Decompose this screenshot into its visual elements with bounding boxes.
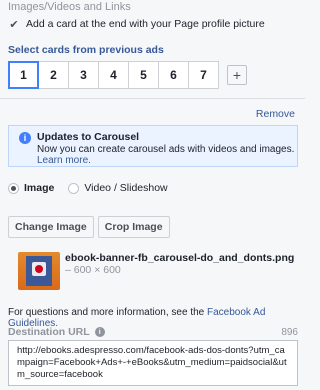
info-body: Now you can create carousel ads with vid… <box>37 144 297 166</box>
card-tab-7[interactable]: 7 <box>188 61 219 89</box>
destination-url-header: Destination URL i 896 <box>8 326 298 338</box>
change-image-button[interactable]: Change Image <box>8 216 94 238</box>
image-radio[interactable] <box>8 182 19 194</box>
media-type-selector: Image Video / Slideshow <box>8 182 182 194</box>
card-tab-6[interactable]: 6 <box>158 61 189 89</box>
card-tab-5[interactable]: 5 <box>128 61 159 89</box>
add-card-button[interactable]: + <box>227 65 247 85</box>
destination-url-label: Destination URL <box>8 326 90 338</box>
select-cards-title: Select cards from previous ads <box>8 44 164 56</box>
card-tab-1[interactable]: 1 <box>8 61 39 89</box>
video-radio[interactable] <box>68 182 80 194</box>
profile-card-option[interactable]: ✔ Add a card at the end with your Page p… <box>8 18 265 31</box>
character-count: 896 <box>281 326 298 338</box>
file-name: ebook-banner-fb_carousel-do_and_donts.pn… <box>65 252 295 264</box>
info-icon[interactable]: i <box>94 327 105 337</box>
ebook-cover-icon <box>26 256 52 286</box>
profile-card-label: Add a card at the end with your Page pro… <box>26 18 265 30</box>
info-title: Updates to Carousel <box>37 131 140 143</box>
info-body-text: Now you can create carousel ads with vid… <box>37 144 295 155</box>
checkmark-icon[interactable]: ✔ <box>8 18 20 31</box>
card-tabs: 1 2 3 4 5 6 7 + <box>8 61 247 89</box>
divider <box>0 98 305 99</box>
help-text-body: For questions and more information, see … <box>8 307 207 318</box>
image-thumbnail <box>18 252 60 290</box>
info-icon: i <box>19 132 31 144</box>
section-title: Images/Videos and Links <box>8 1 131 13</box>
learn-more-link[interactable]: Learn more. <box>37 155 91 166</box>
cover-mark <box>35 265 43 273</box>
card-tab-3[interactable]: 3 <box>68 61 99 89</box>
file-size: – 600 × 600 <box>65 264 121 276</box>
image-actions: Change Image Crop Image <box>8 216 174 238</box>
card-tab-4[interactable]: 4 <box>98 61 129 89</box>
card-tab-2[interactable]: 2 <box>38 61 69 89</box>
image-radio-label[interactable]: Image <box>24 182 54 194</box>
file-info: ebook-banner-fb_carousel-do_and_donts.pn… <box>65 252 295 276</box>
crop-image-button[interactable]: Crop Image <box>97 216 170 238</box>
carousel-info-box: i Updates to Carousel Now you can create… <box>8 125 298 167</box>
destination-url-input[interactable]: http://ebooks.adespresso.com/facebook-ad… <box>8 340 298 386</box>
video-radio-label[interactable]: Video / Slideshow <box>84 182 167 194</box>
remove-link[interactable]: Remove <box>256 108 295 120</box>
